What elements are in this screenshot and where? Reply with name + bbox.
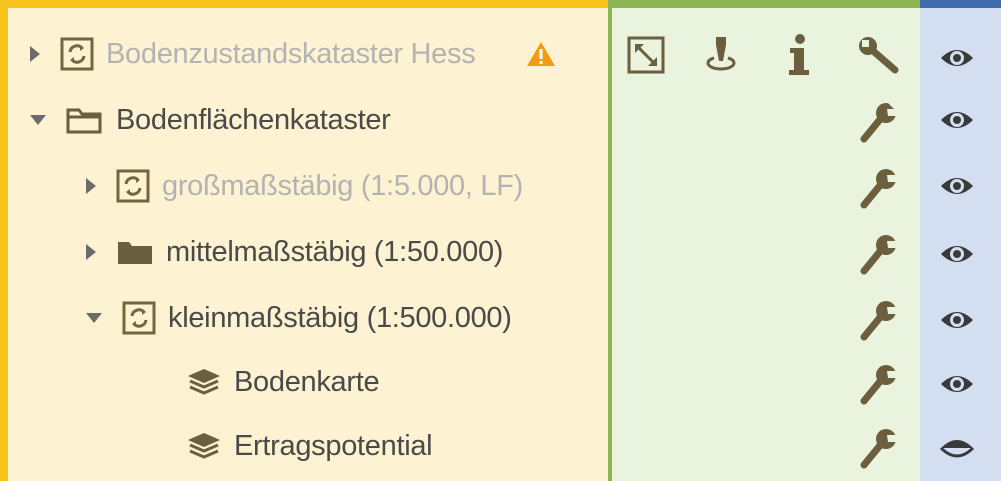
tree-item-label: mittelmaßstäbig (1:50.000) [166,235,504,268]
tree-row-mittelmassstaebig[interactable]: mittelmaßstäbig (1:50.000) [86,232,503,272]
eye-icon[interactable] [936,38,978,78]
layer-settings-wrench-icon[interactable] [855,298,901,342]
expand-caret-icon[interactable] [30,46,40,62]
tree-item-label: Bodenzustandskataster Hess [106,37,476,70]
tree-row-grossmassstaebig[interactable]: großmaßstäbig (1:5.000, LF) [86,166,523,206]
tree-row-kleinmassstaebig[interactable]: kleinmaßstäbig (1:500.000) [86,298,512,338]
folder-open-icon [66,106,104,134]
warning-icon [526,41,556,67]
eye-icon[interactable] [936,234,978,274]
eye-icon[interactable] [936,166,978,206]
layers-icon [186,367,222,397]
collapse-caret-icon[interactable] [30,115,46,125]
tree-item-label: kleinmaßstäbig (1:500.000) [168,301,512,334]
layer-settings-wrench-icon[interactable] [855,426,901,470]
info-icon[interactable] [782,32,816,78]
layer-settings-wrench-icon[interactable] [855,362,901,406]
tree-item-label: großmaßstäbig (1:5.000, LF) [162,169,523,202]
eye-icon[interactable] [936,100,978,140]
tree-item-label: Bodenkarte [234,365,380,398]
layer-tree-widget: Bodenzustandskataster Hess Bodenflächenk… [0,0,1001,481]
refresh-layer-icon [122,301,156,335]
tree-item-label: Bodenflächenkataster [116,103,391,136]
eye-icon[interactable] [936,364,978,404]
expand-caret-icon[interactable] [86,178,96,194]
expand-caret-icon[interactable] [86,244,96,260]
eye-icon[interactable] [936,300,978,340]
tree-row-ertragspotential[interactable]: Ertragspotential [186,426,433,466]
tree-row-bodenzustandskataster[interactable]: Bodenzustandskataster Hess [30,34,556,74]
tree-item-label: Ertragspotential [234,429,433,462]
eye-half-icon[interactable] [936,428,978,468]
refresh-layer-icon [60,37,94,71]
location-pin-icon[interactable] [702,32,740,78]
tree-row-bodenkarte[interactable]: Bodenkarte [186,362,380,402]
layers-icon [186,431,222,461]
layer-settings-wrench-icon[interactable] [855,232,901,276]
layer-settings-wrench-icon[interactable] [855,100,901,144]
wrench-icon[interactable] [855,34,901,76]
layer-settings-wrench-icon[interactable] [855,166,901,210]
tree-row-bodenflaechenkataster[interactable]: Bodenflächenkataster [30,100,391,140]
zoom-extent-icon[interactable] [625,34,667,76]
refresh-layer-icon [116,169,150,203]
collapse-caret-icon[interactable] [86,313,102,323]
folder-closed-icon [116,238,154,266]
